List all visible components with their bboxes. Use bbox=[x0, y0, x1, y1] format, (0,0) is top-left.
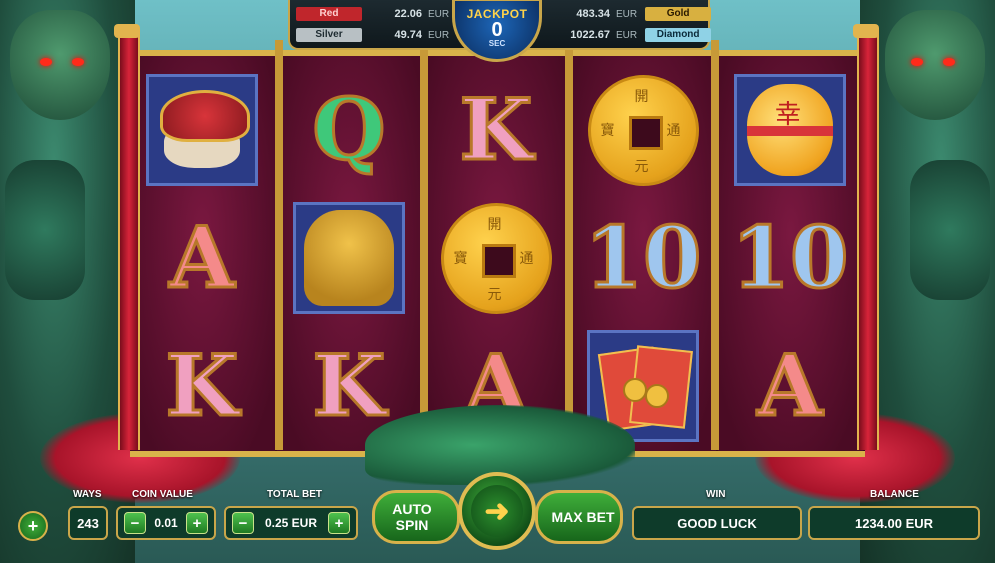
turtle-icon bbox=[146, 74, 258, 186]
jackpot-countdown: 0 bbox=[491, 19, 503, 41]
symbol-letter: K bbox=[164, 336, 240, 435]
ways-label: WAYS bbox=[73, 489, 102, 500]
reel-4: 開通元寶 10 bbox=[571, 56, 718, 451]
spin-arrow-icon: ➜ bbox=[471, 485, 523, 537]
dragon-eye bbox=[72, 58, 84, 66]
symbol-letter: Q bbox=[311, 80, 387, 179]
symbol-letter: A bbox=[168, 208, 236, 307]
right-pillar bbox=[857, 30, 879, 450]
reel-divider-post bbox=[420, 40, 428, 450]
max-bet-button[interactable]: MAX BET bbox=[535, 490, 623, 544]
win-display: GOOD LUCK bbox=[632, 506, 802, 540]
right-dragon-head bbox=[885, 10, 985, 120]
total-bet-minus-button[interactable]: − bbox=[232, 512, 254, 534]
coin-value-control: − 0.01 + bbox=[116, 506, 216, 540]
reel-5: 幸 10 A bbox=[718, 56, 865, 451]
jackpot-tier-diamond: 1022.67 EUR Diamond bbox=[552, 26, 712, 44]
left-pillar bbox=[118, 30, 140, 450]
coin-value-label: COIN VALUE bbox=[132, 489, 193, 500]
jackpot-tier-currency: EUR bbox=[616, 8, 638, 20]
dragon-eye bbox=[40, 58, 52, 66]
symbol-letter: A bbox=[756, 336, 824, 435]
reels-area: A K Q K K 開通元寶 A 開通元寶 10 幸 10 A bbox=[130, 50, 865, 457]
jackpot-tier-value: 1022.67 bbox=[570, 29, 610, 41]
left-dragon-claw bbox=[5, 160, 85, 300]
jackpot-tier-label: Red bbox=[296, 7, 362, 21]
auto-spin-button[interactable]: AUTO SPIN bbox=[372, 490, 460, 544]
balance-label: BALANCE bbox=[870, 489, 919, 500]
gold-coin-icon: 開通元寶 bbox=[440, 202, 552, 314]
reel-1: AK bbox=[130, 56, 277, 451]
lantern-icon: 幸 bbox=[734, 74, 846, 186]
pillar-cap bbox=[853, 24, 879, 38]
coin-value-plus-button[interactable]: + bbox=[185, 512, 208, 534]
total-bet-label: TOTAL BET bbox=[267, 489, 322, 500]
symbol-letter: 10 bbox=[730, 208, 850, 307]
symbol-a: A bbox=[146, 202, 258, 314]
ways-value: 243 bbox=[68, 506, 108, 540]
jackpot-tier-label: Silver bbox=[296, 28, 362, 42]
symbol-10: 10 bbox=[730, 202, 850, 314]
jackpot-tier-value: 49.74 bbox=[394, 29, 422, 41]
symbol-10: 10 bbox=[583, 202, 703, 314]
symbol-letter: K bbox=[458, 80, 534, 179]
jackpot-tier-silver: Silver 49.74 EUR bbox=[296, 26, 449, 44]
dragon-eye bbox=[911, 58, 923, 66]
symbol-k: K bbox=[146, 330, 258, 442]
jackpot-tier-value: 483.34 bbox=[576, 8, 610, 20]
reel-2: QK bbox=[277, 56, 424, 451]
reel-divider-post bbox=[711, 40, 719, 450]
spin-button[interactable]: ➜ bbox=[458, 472, 536, 550]
jackpot-tier-currency: EUR bbox=[616, 29, 638, 41]
balance-display: 1234.00 EUR bbox=[808, 506, 980, 540]
lion-statue-icon bbox=[293, 202, 405, 314]
jackpot-countdown-unit: SEC bbox=[488, 39, 506, 48]
coin-value-minus-button[interactable]: − bbox=[124, 512, 146, 534]
win-label: WIN bbox=[706, 489, 726, 500]
total-bet-control: − 0.25 EUR + bbox=[224, 506, 358, 540]
jackpot-tier-label: Gold bbox=[645, 7, 712, 21]
jackpot-tier-value: 22.06 bbox=[394, 8, 422, 20]
jackpot-tier-red: Red 22.06 EUR bbox=[296, 5, 449, 23]
symbol-a: A bbox=[734, 330, 846, 442]
jackpot-tier-currency: EUR bbox=[428, 29, 450, 41]
pillar-cap bbox=[114, 24, 140, 38]
symbol-q: Q bbox=[293, 74, 405, 186]
coin-value: 0.01 bbox=[154, 516, 178, 530]
jackpot-tier-gold: 483.34 EUR Gold bbox=[552, 5, 712, 23]
gold-coin-icon: 開通元寶 bbox=[587, 74, 699, 186]
symbol-letter: K bbox=[311, 336, 387, 435]
total-bet-value: 0.25 EUR bbox=[264, 516, 318, 530]
right-dragon-claw bbox=[910, 160, 990, 300]
dragon-eye bbox=[943, 58, 955, 66]
symbol-k: K bbox=[440, 74, 552, 186]
symbol-letter: 10 bbox=[583, 208, 703, 307]
reel-3: K開通元寶A bbox=[424, 56, 571, 451]
reel-divider-post bbox=[275, 40, 283, 450]
options-plus-button[interactable]: + bbox=[18, 511, 48, 541]
jackpot-bar: Red 22.06 EUR Silver 49.74 EUR JACKPOT 0… bbox=[288, 0, 712, 62]
jackpot-tier-label: Diamond bbox=[645, 28, 712, 42]
left-dragon-head bbox=[10, 10, 110, 120]
total-bet-plus-button[interactable]: + bbox=[328, 512, 350, 534]
jackpot-tier-currency: EUR bbox=[428, 8, 450, 20]
reel-divider-post bbox=[565, 40, 573, 450]
